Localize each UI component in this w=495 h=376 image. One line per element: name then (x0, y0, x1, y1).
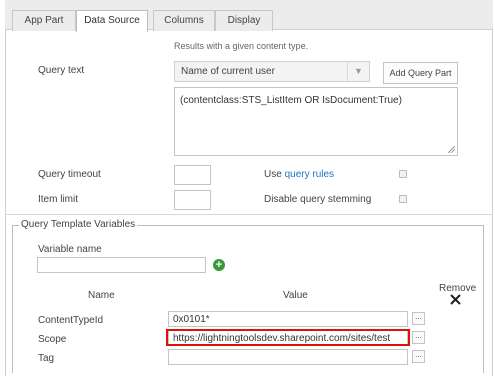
close-icon[interactable] (450, 294, 461, 305)
query-text-area[interactable]: (contentclass:STS_ListItem OR IsDocument… (174, 87, 458, 156)
tab-app-part[interactable]: App Part (12, 10, 76, 31)
tab-columns[interactable]: Columns (153, 10, 215, 31)
resize-handle-icon[interactable] (448, 146, 455, 153)
query-text-label: Query text (38, 65, 85, 76)
variable-row-name: Tag (38, 353, 55, 364)
variable-row-value-input[interactable] (168, 349, 408, 365)
chevron-down-icon: ▼ (347, 62, 369, 81)
section-divider (5, 214, 493, 215)
query-part-select-value: Name of current user (181, 66, 275, 77)
tab-data-source[interactable]: Data Source (76, 10, 148, 32)
add-query-part-button[interactable]: Add Query Part (383, 62, 458, 84)
item-limit-label: Item limit (38, 194, 78, 205)
tab-display[interactable]: Display (215, 10, 273, 31)
query-text-value: (contentclass:STS_ListItem OR IsDocument… (180, 95, 402, 106)
query-rules-link[interactable]: query rules (285, 169, 334, 180)
content-type-help-text: Results with a given content type. (174, 41, 309, 51)
use-label: Use (264, 169, 282, 180)
item-limit-input[interactable] (174, 190, 211, 210)
query-timeout-input[interactable] (174, 165, 211, 185)
variable-row-name: ContentTypeId (38, 315, 104, 326)
query-template-variables-legend: Query Template Variables (19, 219, 138, 231)
column-header-value: Value (283, 290, 308, 301)
add-variable-plus-icon[interactable]: + (213, 259, 225, 271)
variable-row-ellipsis-button[interactable]: ... (412, 331, 425, 344)
variable-row-name: Scope (38, 334, 67, 345)
use-query-rules-checkbox[interactable] (399, 170, 407, 178)
column-header-name: Name (88, 290, 115, 301)
query-timeout-value (175, 166, 210, 172)
variable-row-value: 0x0101* (173, 314, 210, 325)
variable-row-value-input[interactable]: 0x0101* (168, 311, 408, 327)
variable-name-label: Variable name (38, 244, 102, 255)
item-limit-value (175, 191, 210, 197)
disable-stemming-checkbox[interactable] (399, 195, 407, 203)
variable-row-ellipsis-button[interactable]: ... (412, 350, 425, 363)
scope-highlight-box (166, 329, 410, 346)
variable-name-input[interactable] (37, 257, 206, 273)
query-timeout-label: Query timeout (38, 169, 101, 180)
disable-stemming-label: Disable query stemming (264, 194, 372, 205)
query-part-select[interactable]: Name of current user ▼ (174, 61, 370, 82)
variable-row-ellipsis-button[interactable]: ... (412, 312, 425, 325)
use-query-rules-label: Use query rules (264, 169, 334, 181)
